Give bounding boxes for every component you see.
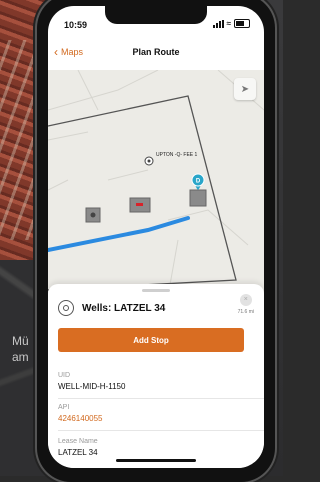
sheet-title: Wells: LATZEL 34 <box>82 302 166 314</box>
navigation-bar: ‹ Maps Plan Route <box>48 36 264 70</box>
add-stop-button[interactable]: Add Stop <box>58 328 244 352</box>
map-view[interactable]: D UPTON -Q- FEE 1 ➤ <box>48 70 264 296</box>
field-uid-label: UID <box>58 372 71 379</box>
well-detail-sheet: Wells: LATZEL 34 × 71.6 mi Add Stop UID … <box>48 284 264 468</box>
map-marker-label: UPTON -Q- FEE 1 <box>156 152 198 158</box>
route-line <box>48 216 190 252</box>
field-api-value[interactable]: 4246140055 <box>58 414 254 423</box>
field-api-label: API <box>58 404 70 411</box>
background-text-2: am <box>12 350 29 364</box>
background-text-1: Mü <box>12 334 29 348</box>
well-pad-3[interactable] <box>189 189 207 207</box>
field-uid-value: WELL-MID-H-1150 <box>58 382 126 391</box>
page-title: Plan Route <box>132 47 180 57</box>
divider <box>58 398 264 399</box>
well-gear-icon <box>58 300 74 316</box>
notch <box>105 6 207 24</box>
field-uid: UID WELL-MID-H-1150 <box>58 372 254 391</box>
home-indicator[interactable] <box>116 459 196 462</box>
phone-screen: 10:59 ≈ ‹ Maps Plan Route D UPTON -Q- FE… <box>48 6 264 468</box>
divider <box>58 430 264 431</box>
locate-button[interactable]: ➤ <box>234 78 256 100</box>
map-canvas: D <box>48 70 264 296</box>
field-api: API 4246140055 <box>58 404 254 423</box>
sheet-grabber[interactable] <box>142 289 170 292</box>
destination-badge: D <box>196 179 201 185</box>
close-icon[interactable]: × <box>239 294 252 306</box>
status-time: 10:59 <box>64 20 88 30</box>
field-lease-name-label: Lease Name <box>58 438 98 445</box>
signal-icon <box>212 19 224 28</box>
phone-frame: 10:59 ≈ ‹ Maps Plan Route D UPTON -Q- FE… <box>37 0 275 482</box>
distance-value: 71.6 mi <box>237 309 254 315</box>
field-lease-name-value: LATZEL 34 <box>58 448 98 457</box>
wifi-icon: ≈ <box>226 19 231 28</box>
distance-indicator: × 71.6 mi <box>238 294 254 315</box>
lease-boundary <box>48 95 237 291</box>
field-lease-name: Lease Name LATZEL 34 <box>58 438 254 457</box>
battery-icon <box>234 19 250 28</box>
location-arrow-icon: ➤ <box>240 83 250 95</box>
